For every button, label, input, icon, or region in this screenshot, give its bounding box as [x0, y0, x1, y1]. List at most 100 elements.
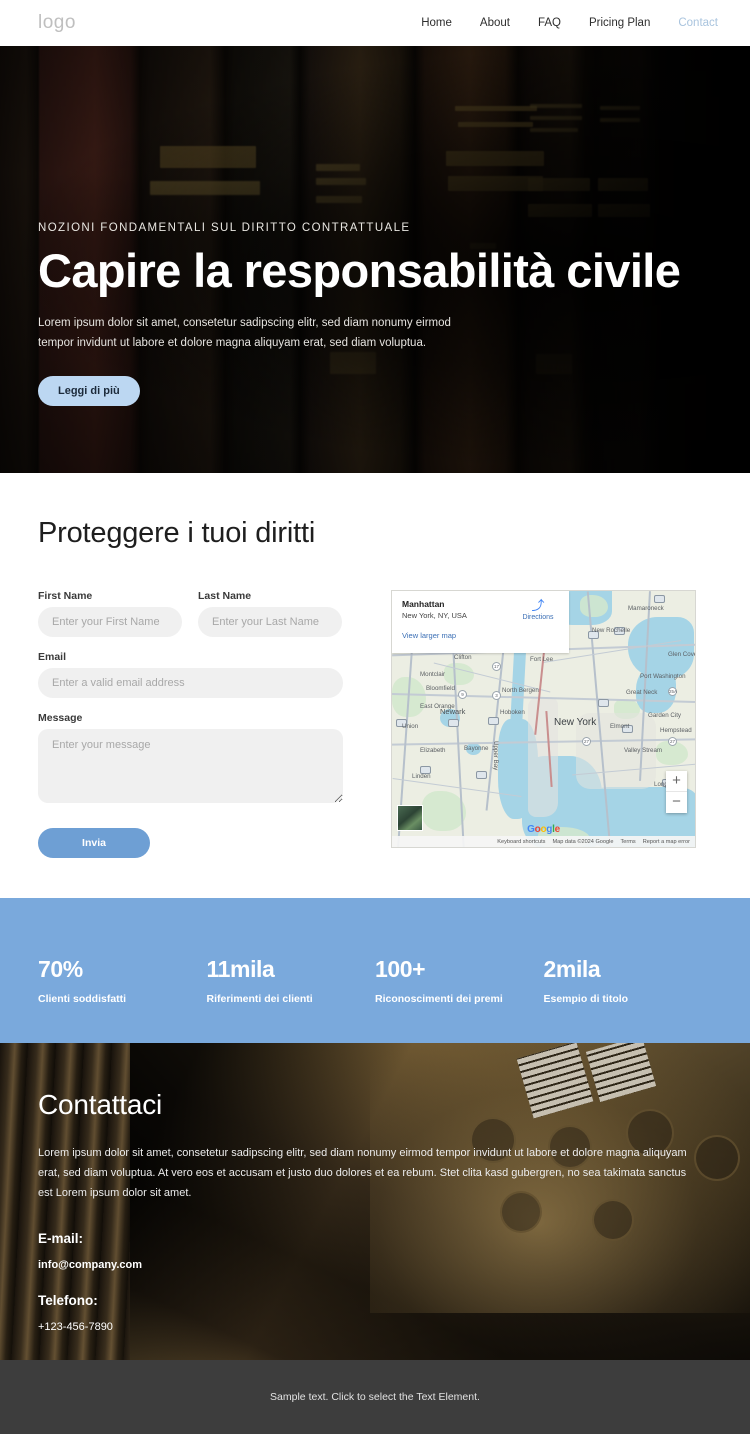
route-circle-marker: 17	[492, 662, 501, 671]
stat-number: 11mila	[206, 956, 275, 982]
google-map-embed[interactable]: 17 3 9 27 27 25A New York Newark Mamaron…	[391, 590, 696, 848]
message-textarea[interactable]	[38, 729, 343, 803]
map-label-elizabeth: Elizabeth	[420, 747, 446, 754]
map-label-union: Union	[402, 723, 419, 730]
hero-subtitle: Lorem ipsum dolor sit amet, consetetur s…	[38, 317, 451, 350]
nav-item-pricing-plan[interactable]: Pricing Plan	[589, 17, 650, 29]
map-label-montclair: Montclair	[420, 671, 446, 678]
phone-heading: Telefono:	[38, 1293, 98, 1309]
last-name-label: Last Name	[198, 590, 252, 602]
map-zoom-in-button[interactable]: +	[666, 771, 687, 792]
stat-number: 70%	[38, 956, 83, 982]
last-name-field-group: Last Name	[198, 590, 342, 637]
first-name-field-group: First Name	[38, 590, 182, 637]
map-label-port-washington: Port Washington	[640, 673, 686, 680]
map-label-new-rochelle: New Rochelle	[592, 627, 631, 634]
stat-number: 100+	[375, 956, 426, 982]
map-keyboard-shortcuts[interactable]: Keyboard shortcuts	[497, 839, 545, 845]
route-circle-marker: 25A	[668, 687, 678, 696]
message-label: Message	[38, 712, 83, 724]
map-directions-button[interactable]: ⤴ Directions	[516, 599, 560, 621]
map-label-fort-lee: Fort Lee	[530, 656, 554, 663]
phone-value[interactable]: +123-456-7890	[38, 1321, 712, 1333]
route-circle-marker: 9	[458, 690, 467, 699]
site-footer: Sample text. Click to select the Text El…	[0, 1360, 750, 1434]
contact-form: First Name Last Name Email Message Invia	[38, 590, 343, 858]
map-label-linden: Linden	[412, 773, 431, 780]
section-title: Proteggere i tuoi diritti	[38, 517, 316, 549]
directions-label: Directions	[522, 614, 554, 621]
map-label-east-orange: East Orange	[420, 703, 455, 710]
stat-number: 2mila	[543, 956, 601, 982]
map-report-error-link[interactable]: Report a map error	[643, 839, 690, 845]
route-shield	[598, 699, 609, 707]
map-label-bayonne: Bayonne	[464, 745, 489, 752]
map-attribution: Map data ©2024 Google	[552, 838, 614, 845]
nav-item-about[interactable]: About	[480, 17, 510, 29]
route-circle-marker: 3	[492, 691, 501, 700]
hero-title: Capire la responsabilità civile	[38, 244, 681, 297]
google-logo: Google	[527, 824, 560, 835]
map-label-clifton: Clifton	[454, 654, 472, 661]
map-label-hempstead: Hempstead	[660, 727, 692, 734]
map-street-view-thumbnail[interactable]	[397, 805, 423, 831]
contact-form-section: Proteggere i tuoi diritti First Name Las…	[0, 473, 750, 898]
stat-item: 11mila Riferimenti dei clienti	[207, 956, 376, 1043]
read-more-button[interactable]: Leggi di più	[38, 375, 140, 406]
route-circle-marker: 27	[582, 737, 591, 746]
stat-label: Riconoscimenti dei premi	[375, 993, 503, 1005]
email-value[interactable]: info@company.com	[38, 1259, 712, 1271]
route-shield	[488, 717, 499, 725]
contact-paragraph: Lorem ipsum dolor sit amet, consetetur s…	[38, 1147, 687, 1200]
last-name-input[interactable]	[198, 607, 342, 637]
stat-item: 70% Clienti soddisfatti	[38, 956, 207, 1043]
map-label-new-york: New York	[554, 717, 597, 728]
nav-item-faq[interactable]: FAQ	[538, 17, 561, 29]
map-label-upper-bay: Upper Bay	[492, 741, 499, 771]
contact-title: Contattaci	[38, 1089, 163, 1120]
first-name-label: First Name	[38, 590, 93, 602]
email-field-group: Email	[38, 651, 343, 698]
map-label-valley-stream: Valley Stream	[624, 747, 663, 754]
map-label-garden-city: Garden City	[648, 712, 682, 719]
map-footer-bar: Keyboard shortcuts Map data ©2024 Google…	[392, 836, 695, 847]
site-header: logo Home About FAQ Pricing Plan Contact	[0, 0, 750, 46]
main-navigation: Home About FAQ Pricing Plan Contact	[421, 17, 718, 29]
email-input[interactable]	[38, 668, 343, 698]
hero-eyebrow: NOZIONI FONDAMENTALI SUL DIRITTO CONTRAT…	[38, 222, 411, 234]
first-name-input[interactable]	[38, 607, 182, 637]
map-label-elmont: Elmont	[610, 723, 630, 730]
stat-label: Clienti soddisfatti	[38, 993, 127, 1005]
directions-icon: ⤴	[531, 598, 545, 613]
stat-label: Esempio di titolo	[543, 993, 629, 1005]
hero-section: NOZIONI FONDAMENTALI SUL DIRITTO CONTRAT…	[0, 46, 750, 473]
route-circle-marker: 27	[668, 737, 677, 746]
map-label-great-neck: Great Neck	[626, 689, 658, 696]
view-larger-map-link[interactable]: View larger map	[402, 631, 559, 640]
map-zoom-out-button[interactable]: −	[666, 792, 687, 813]
map-label-glen-cove: Glen Cove	[668, 651, 696, 658]
footer-text[interactable]: Sample text. Click to select the Text El…	[270, 1391, 480, 1403]
map-info-card: Manhattan New York, NY, USA View larger …	[392, 591, 569, 653]
route-shield	[448, 719, 459, 727]
nav-item-contact[interactable]: Contact	[678, 17, 718, 29]
site-logo[interactable]: logo	[38, 12, 76, 34]
route-shield	[654, 595, 665, 603]
stat-item: 2mila Esempio di titolo	[544, 956, 713, 1043]
map-label-bloomfield: Bloomfield	[426, 685, 455, 692]
map-label-hoboken: Hoboken	[500, 709, 525, 716]
submit-button[interactable]: Invia	[38, 828, 150, 858]
email-label: Email	[38, 651, 67, 663]
map-zoom-controls[interactable]: + −	[666, 771, 687, 813]
map-label-north-bergen: North Bergen	[502, 687, 539, 694]
stat-label: Riferimenti dei clienti	[206, 993, 313, 1005]
stats-section: 70% Clienti soddisfatti 11mila Riferimen…	[0, 898, 750, 1043]
map-label-mamaroneck: Mamaroneck	[628, 605, 664, 612]
nav-item-home[interactable]: Home	[421, 17, 452, 29]
stat-item: 100+ Riconoscimenti dei premi	[375, 956, 544, 1043]
contact-section: Contattaci Lorem ipsum dolor sit amet, c…	[0, 1043, 750, 1360]
map-terms-link[interactable]: Terms	[621, 839, 636, 845]
email-heading: E-mail:	[38, 1231, 84, 1247]
route-shield	[476, 771, 487, 779]
message-field-group: Message	[38, 712, 343, 808]
